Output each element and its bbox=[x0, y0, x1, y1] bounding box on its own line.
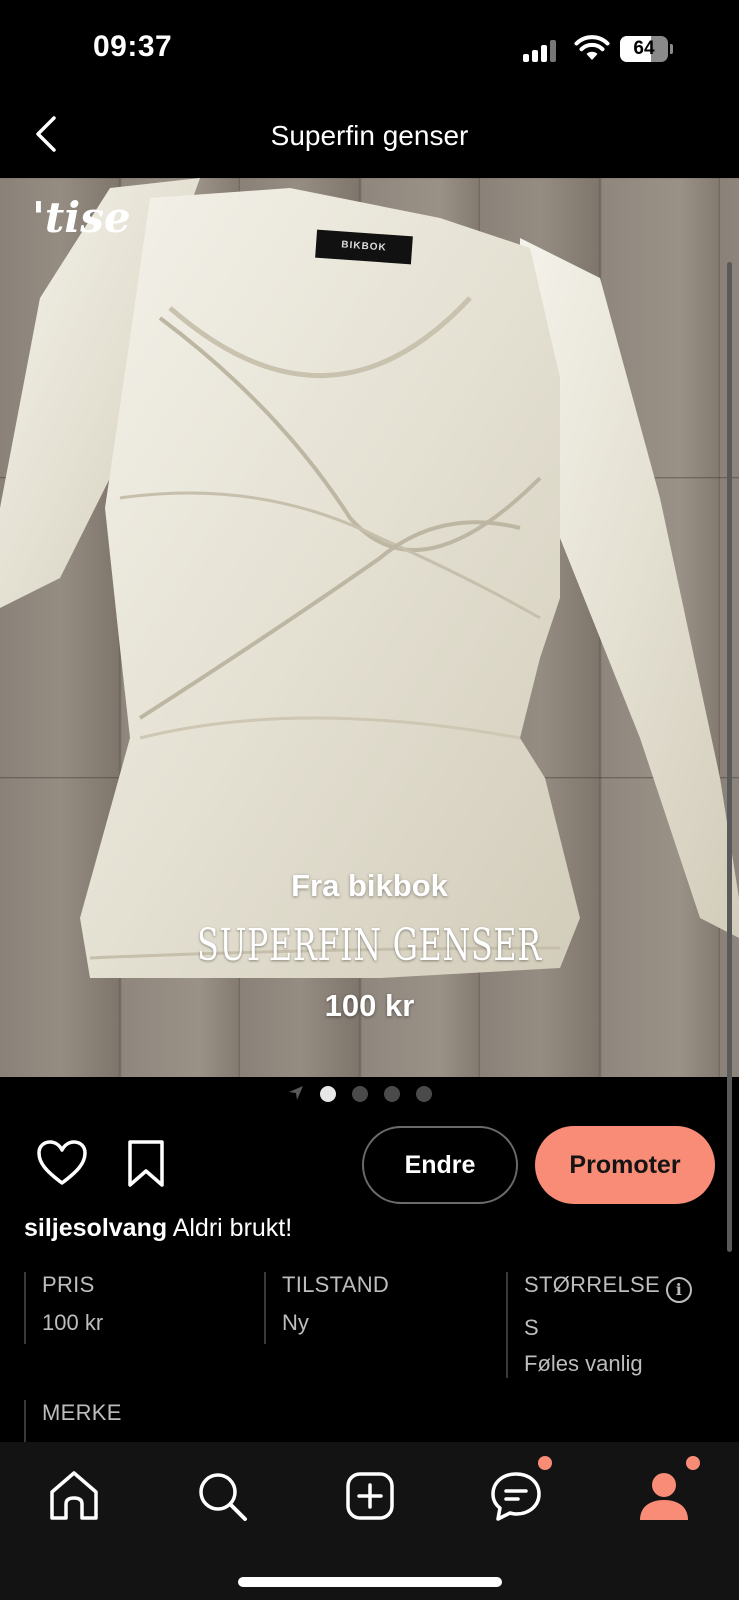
profile-icon[interactable] bbox=[634, 1466, 694, 1526]
battery-icon: 64 bbox=[620, 36, 673, 62]
chat-icon[interactable] bbox=[486, 1466, 546, 1526]
carousel-dot[interactable] bbox=[416, 1086, 432, 1102]
chat-notification-badge bbox=[538, 1456, 552, 1470]
carousel-dot[interactable] bbox=[320, 1086, 336, 1102]
scrollbar[interactable] bbox=[727, 262, 732, 1252]
home-icon[interactable] bbox=[44, 1466, 104, 1526]
product-image[interactable]: BIKBOK 'tise Fra bikbok SUPERFIN GENSER … bbox=[0, 178, 739, 1077]
page-title: Superfin genser bbox=[270, 120, 469, 151]
header: Superfin genser bbox=[0, 100, 739, 178]
description-text: Aldri brukt! bbox=[172, 1214, 293, 1242]
wifi-icon bbox=[574, 35, 610, 60]
price-detail: PRIS 100 kr bbox=[24, 1272, 103, 1344]
tise-watermark: 'tise bbox=[32, 193, 131, 242]
carousel-dot[interactable] bbox=[384, 1086, 400, 1102]
heart-icon[interactable] bbox=[36, 1139, 88, 1187]
bookmark-icon[interactable] bbox=[124, 1139, 168, 1189]
carousel-dot[interactable] bbox=[352, 1086, 368, 1102]
location-arrow-icon bbox=[289, 1086, 303, 1100]
add-icon[interactable] bbox=[340, 1466, 400, 1526]
price-value: 100 kr bbox=[42, 1310, 104, 1335]
info-icon[interactable]: i bbox=[665, 1277, 692, 1303]
status-bar: 09:37 64 bbox=[0, 0, 739, 100]
condition-label: TILSTAND bbox=[282, 1272, 390, 1297]
home-indicator bbox=[238, 1577, 502, 1587]
brand-detail: MERKE bbox=[24, 1400, 122, 1444]
image-overlay-title: SUPERFIN GENSER bbox=[197, 920, 542, 971]
size-label: STØRRELSE bbox=[524, 1272, 660, 1297]
price-label: PRIS bbox=[42, 1272, 95, 1297]
cellular-signal-icon bbox=[523, 38, 563, 62]
size-detail: STØRRELSE i S Føles vanlig bbox=[506, 1272, 692, 1378]
condition-value: Ny bbox=[282, 1310, 309, 1335]
size-fit: Føles vanlig bbox=[524, 1351, 643, 1376]
profile-notification-badge bbox=[686, 1456, 700, 1470]
listing-description: siljesolvang Aldri brukt! bbox=[24, 1214, 292, 1243]
search-icon[interactable] bbox=[192, 1466, 252, 1526]
image-overlay-price: 100 kr bbox=[324, 988, 415, 1023]
condition-detail: TILSTAND Ny bbox=[264, 1272, 389, 1344]
image-overlay-brand: Fra bikbok bbox=[291, 868, 448, 903]
status-time: 09:37 bbox=[93, 30, 173, 63]
battery-level: 64 bbox=[633, 38, 655, 59]
edit-button[interactable]: Endre bbox=[362, 1126, 518, 1204]
brand-label: MERKE bbox=[42, 1400, 122, 1425]
size-value: S bbox=[524, 1315, 539, 1340]
seller-username[interactable]: siljesolvang bbox=[24, 1214, 167, 1242]
carousel-indicator bbox=[288, 1083, 448, 1103]
promote-button[interactable]: Promoter bbox=[535, 1126, 715, 1204]
size-label-row: STØRRELSE i bbox=[524, 1272, 692, 1303]
